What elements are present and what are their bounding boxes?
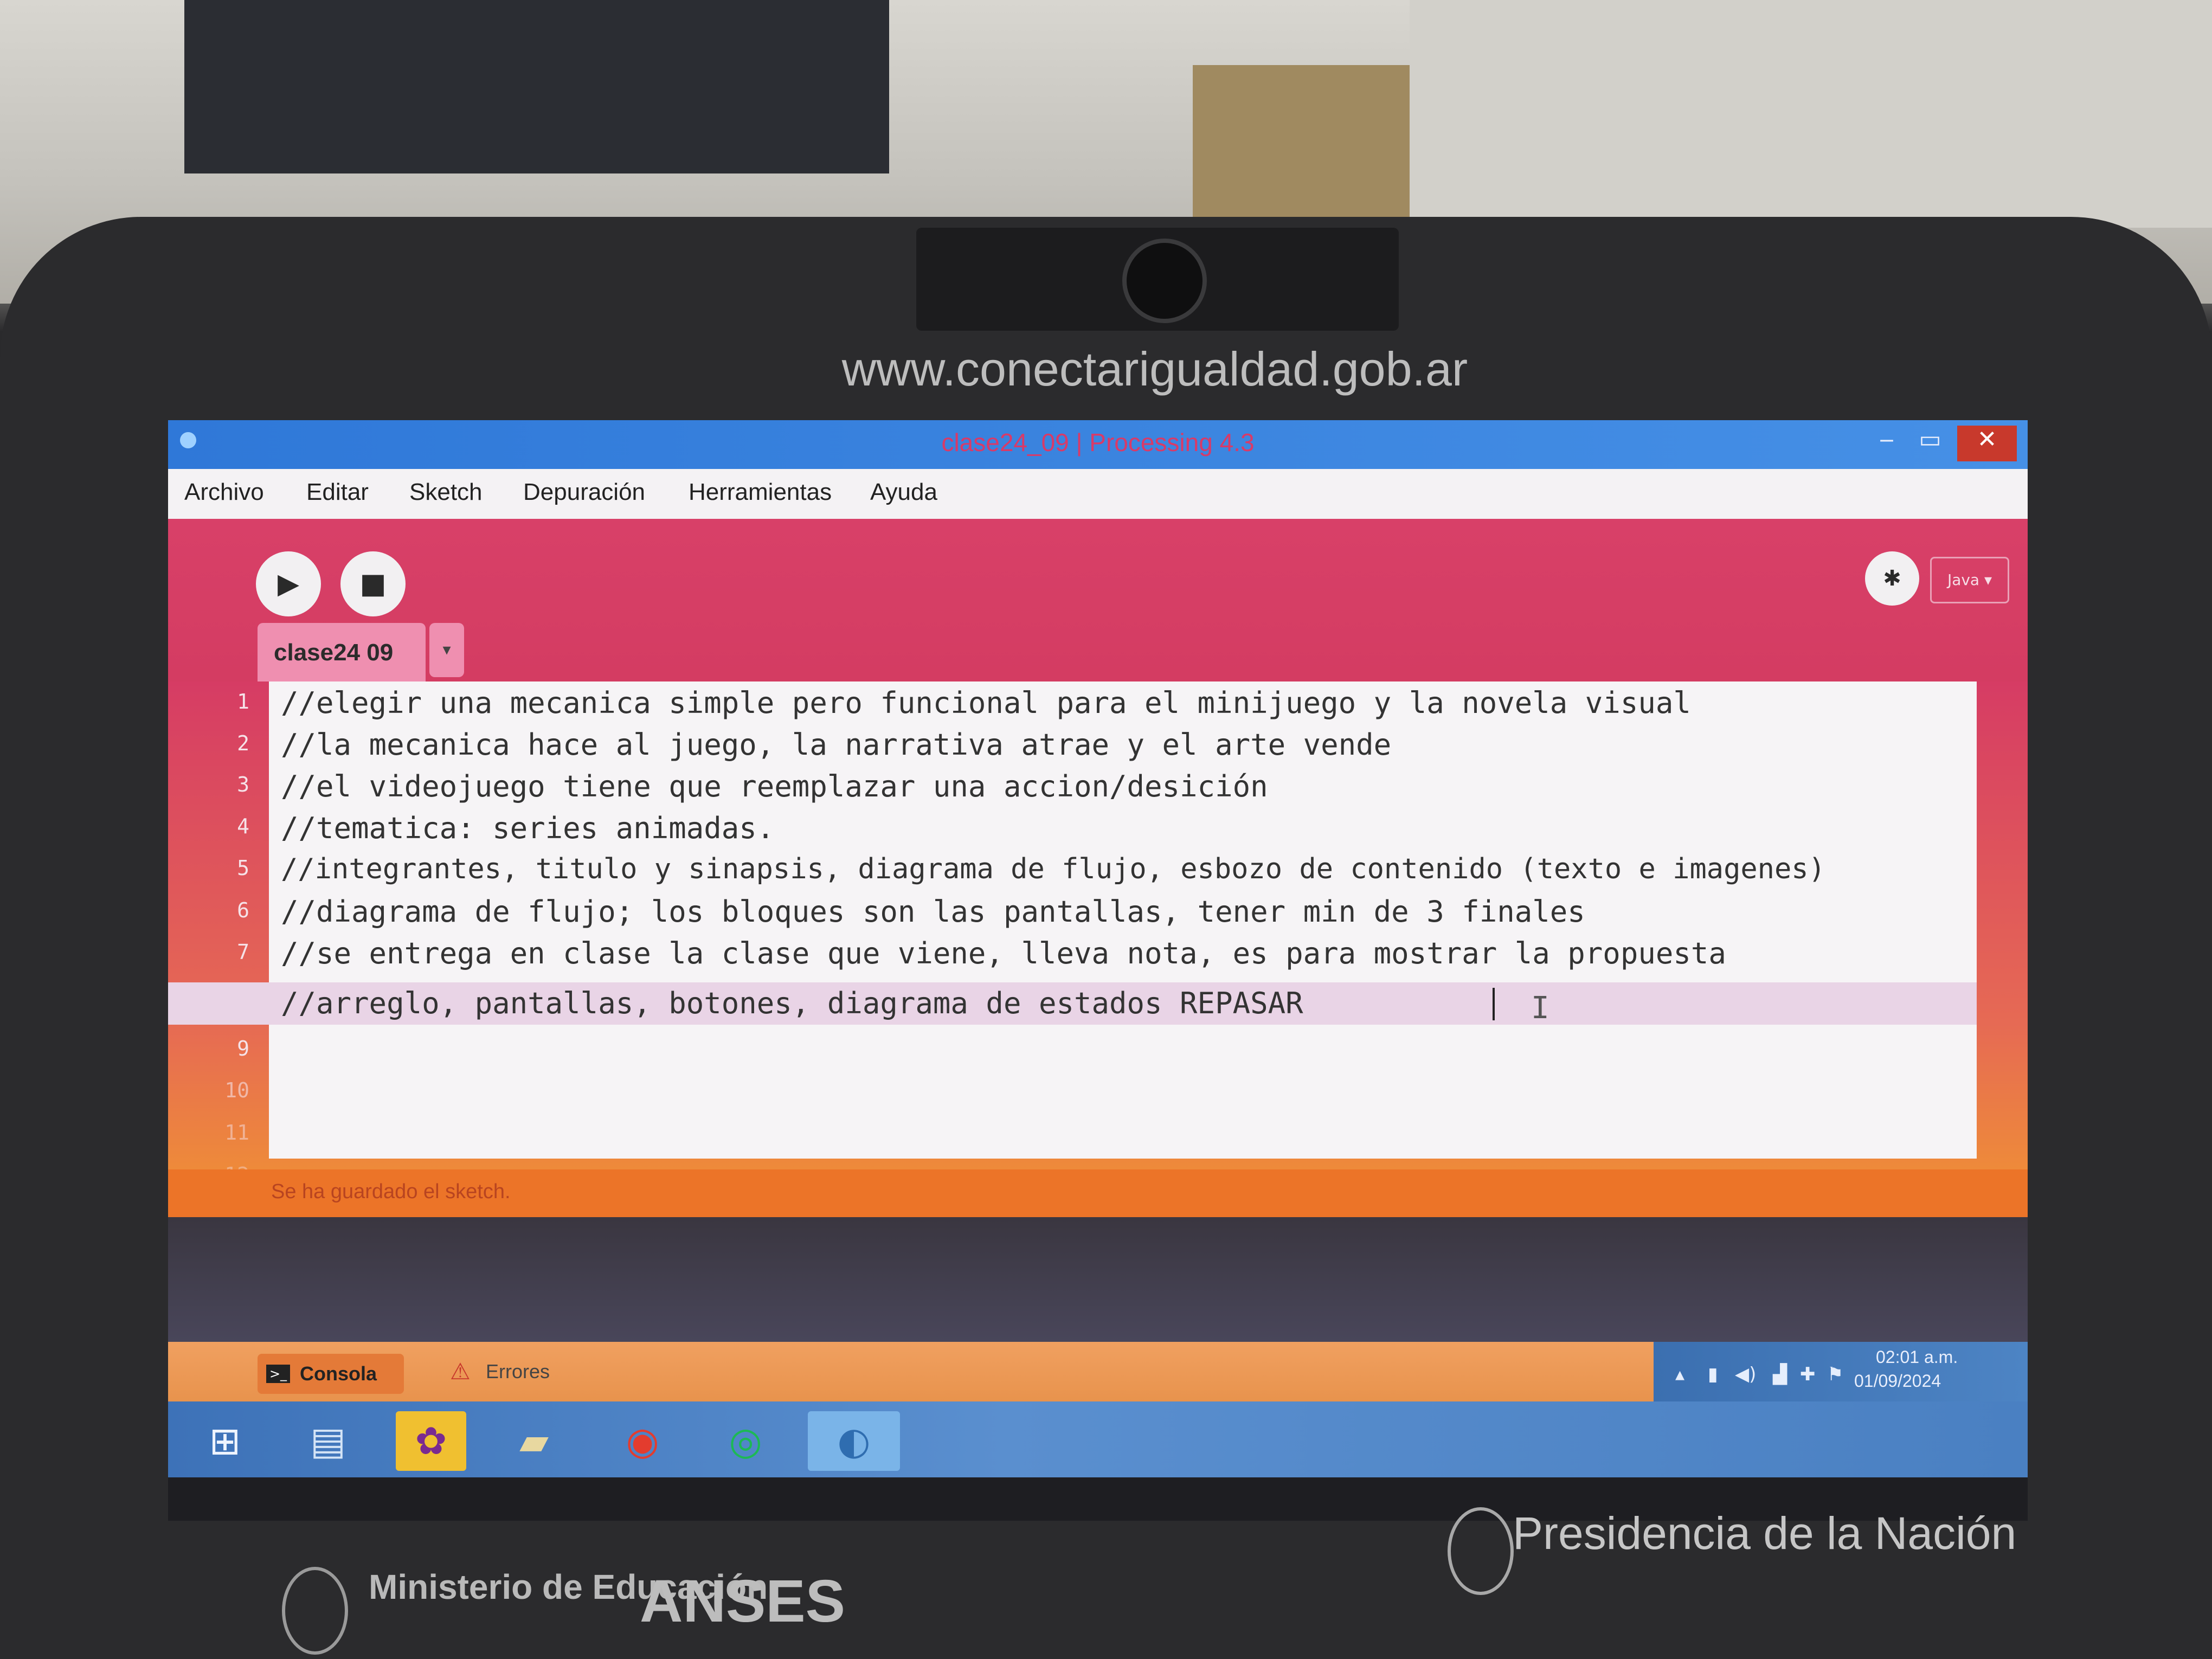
play-icon: ▶: [278, 568, 299, 600]
code-line[interactable]: //la mecanica hace al juego, la narrativ…: [281, 728, 1391, 762]
run-button[interactable]: ▶: [256, 551, 321, 616]
code-line[interactable]: //se entrega en clase la clase que viene…: [281, 936, 1726, 970]
background-wall: [1410, 0, 2212, 228]
menu-sketch[interactable]: Sketch: [409, 479, 483, 506]
webcam-lens: [1122, 239, 1207, 323]
taskbar-window[interactable]: ▤: [293, 1411, 363, 1471]
background-box: [1193, 65, 1410, 228]
menu-editar[interactable]: Editar: [306, 479, 369, 506]
taskbar-file-explorer[interactable]: ▰: [499, 1411, 569, 1471]
mode-selector[interactable]: Java ▾: [1930, 557, 2009, 603]
maximize-button[interactable]: ▭: [1908, 426, 1952, 461]
line-number: 10: [224, 1078, 249, 1102]
stop-icon: ■: [359, 568, 387, 600]
tab-console[interactable]: >_ Consola: [258, 1354, 404, 1394]
taskbar-photos[interactable]: ✿: [396, 1411, 466, 1471]
clock-date[interactable]: 01/09/2024: [1854, 1371, 1941, 1391]
start-button[interactable]: ⊞: [190, 1411, 260, 1471]
line-number: 7: [237, 940, 249, 964]
terminal-icon: >_: [266, 1365, 290, 1383]
logo-presidencia: Presidencia de la Nación: [1513, 1508, 2017, 1559]
console-output[interactable]: [168, 1217, 2028, 1342]
tab-sketch[interactable]: clase24 09: [258, 623, 426, 681]
tab-console-label: Consola: [300, 1362, 377, 1385]
window-title: clase24_09 | Processing 4.3: [941, 428, 1255, 456]
background-furniture: [184, 0, 889, 173]
windows-logo-icon: ⊞: [209, 1419, 241, 1463]
national-seal-icon: [282, 1567, 348, 1655]
stop-button[interactable]: ■: [340, 551, 406, 616]
line-number: 9: [237, 1037, 249, 1060]
debugger-button[interactable]: ✱: [1865, 551, 1919, 606]
menu-ayuda[interactable]: Ayuda: [870, 479, 937, 506]
code-text-area[interactable]: //elegir una mecanica simple pero funcio…: [168, 681, 1977, 1159]
security-icon[interactable]: ✚: [1800, 1364, 1816, 1385]
line-number: 11: [224, 1121, 249, 1144]
tab-menu-button[interactable]: ▾: [429, 623, 464, 677]
tab-sketch-label: clase24 09: [274, 639, 394, 666]
national-seal-icon: [1448, 1507, 1514, 1595]
code-line[interactable]: //elegir una mecanica simple pero funcio…: [281, 686, 1691, 720]
volume-icon[interactable]: ◀): [1735, 1364, 1756, 1385]
logo-anses: ANSES: [640, 1568, 845, 1635]
line-number: 3: [237, 773, 249, 796]
bug-icon: ✱: [1883, 566, 1901, 591]
menu-archivo[interactable]: Archivo: [184, 479, 264, 506]
line-number-gutter: 1 2 3 4 5 6 7 8 9 10 11 12: [168, 681, 266, 1187]
bezel-url: www.conectarigualdad.gob.ar: [841, 342, 1468, 396]
line-number: 4: [237, 814, 249, 838]
line-number: 1: [237, 690, 249, 713]
menu-bar: Archivo Editar Sketch Depuración Herrami…: [168, 469, 2028, 519]
laptop-screen: clase24_09 | Processing 4.3 ‒ ▭ ✕ Archiv…: [168, 420, 2028, 1521]
menu-herramientas[interactable]: Herramientas: [689, 479, 832, 506]
code-editor: 1 2 3 4 5 6 7 8 9 10 11 12 //elegir una …: [168, 681, 2028, 1187]
taskbar-processing[interactable]: ◐: [808, 1411, 900, 1471]
close-button[interactable]: ✕: [1957, 426, 2017, 461]
chrome-icon: ◉: [626, 1419, 659, 1463]
window-icon: ▤: [310, 1419, 346, 1463]
code-line[interactable]: //el videojuego tiene que reemplazar una…: [281, 769, 1268, 803]
taskbar-chrome[interactable]: ◉: [607, 1411, 678, 1471]
code-line[interactable]: //arreglo, pantallas, botones, diagrama …: [281, 986, 1303, 1020]
line-number: 5: [237, 856, 249, 880]
clock-time[interactable]: 02:01 a.m.: [1876, 1347, 1958, 1367]
processing-icon: ◐: [837, 1419, 871, 1463]
line-number: 2: [237, 731, 249, 755]
status-message: Se ha guardado el sketch.: [271, 1180, 511, 1203]
minimize-button[interactable]: ‒: [1865, 426, 1908, 461]
system-tray: ▴ ▮ ◀) ▟ ✚ ⚑ 02:01 a.m. 01/09/2024: [1654, 1342, 2028, 1401]
network-icon[interactable]: ▟: [1773, 1364, 1787, 1385]
code-line[interactable]: //diagrama de flujo; los bloques son las…: [281, 895, 1585, 929]
status-bar: Se ha guardado el sketch.: [168, 1169, 2028, 1217]
ibeam-cursor-icon: I: [1531, 991, 1549, 1026]
toolbar: ▶ ■ ✱ Java ▾ clase24 09 ▾: [168, 519, 2028, 681]
flag-icon[interactable]: ⚑: [1827, 1364, 1843, 1385]
warning-icon: ⚠: [450, 1358, 471, 1385]
code-line[interactable]: //tematica: series animadas.: [281, 811, 774, 845]
menu-depuracion[interactable]: Depuración: [523, 479, 645, 506]
show-hidden-icons-icon[interactable]: ▴: [1675, 1364, 1684, 1385]
line-number: 6: [237, 898, 249, 922]
taskbar: ⊞ ▤ ✿ ▰ ◉ ◎ ◐: [168, 1401, 2028, 1477]
spotify-icon: ◎: [729, 1419, 762, 1463]
photos-icon: ✿: [415, 1419, 447, 1463]
tab-errors-label: Errores: [486, 1360, 550, 1382]
folder-icon: ▰: [519, 1419, 549, 1463]
taskbar-spotify[interactable]: ◎: [710, 1411, 781, 1471]
code-line[interactable]: //integrantes, titulo y sinapsis, diagra…: [281, 853, 1825, 885]
text-caret: [1493, 988, 1495, 1020]
window-titlebar[interactable]: clase24_09 | Processing 4.3 ‒ ▭ ✕: [168, 420, 2028, 469]
battery-icon[interactable]: ▮: [1708, 1364, 1718, 1385]
